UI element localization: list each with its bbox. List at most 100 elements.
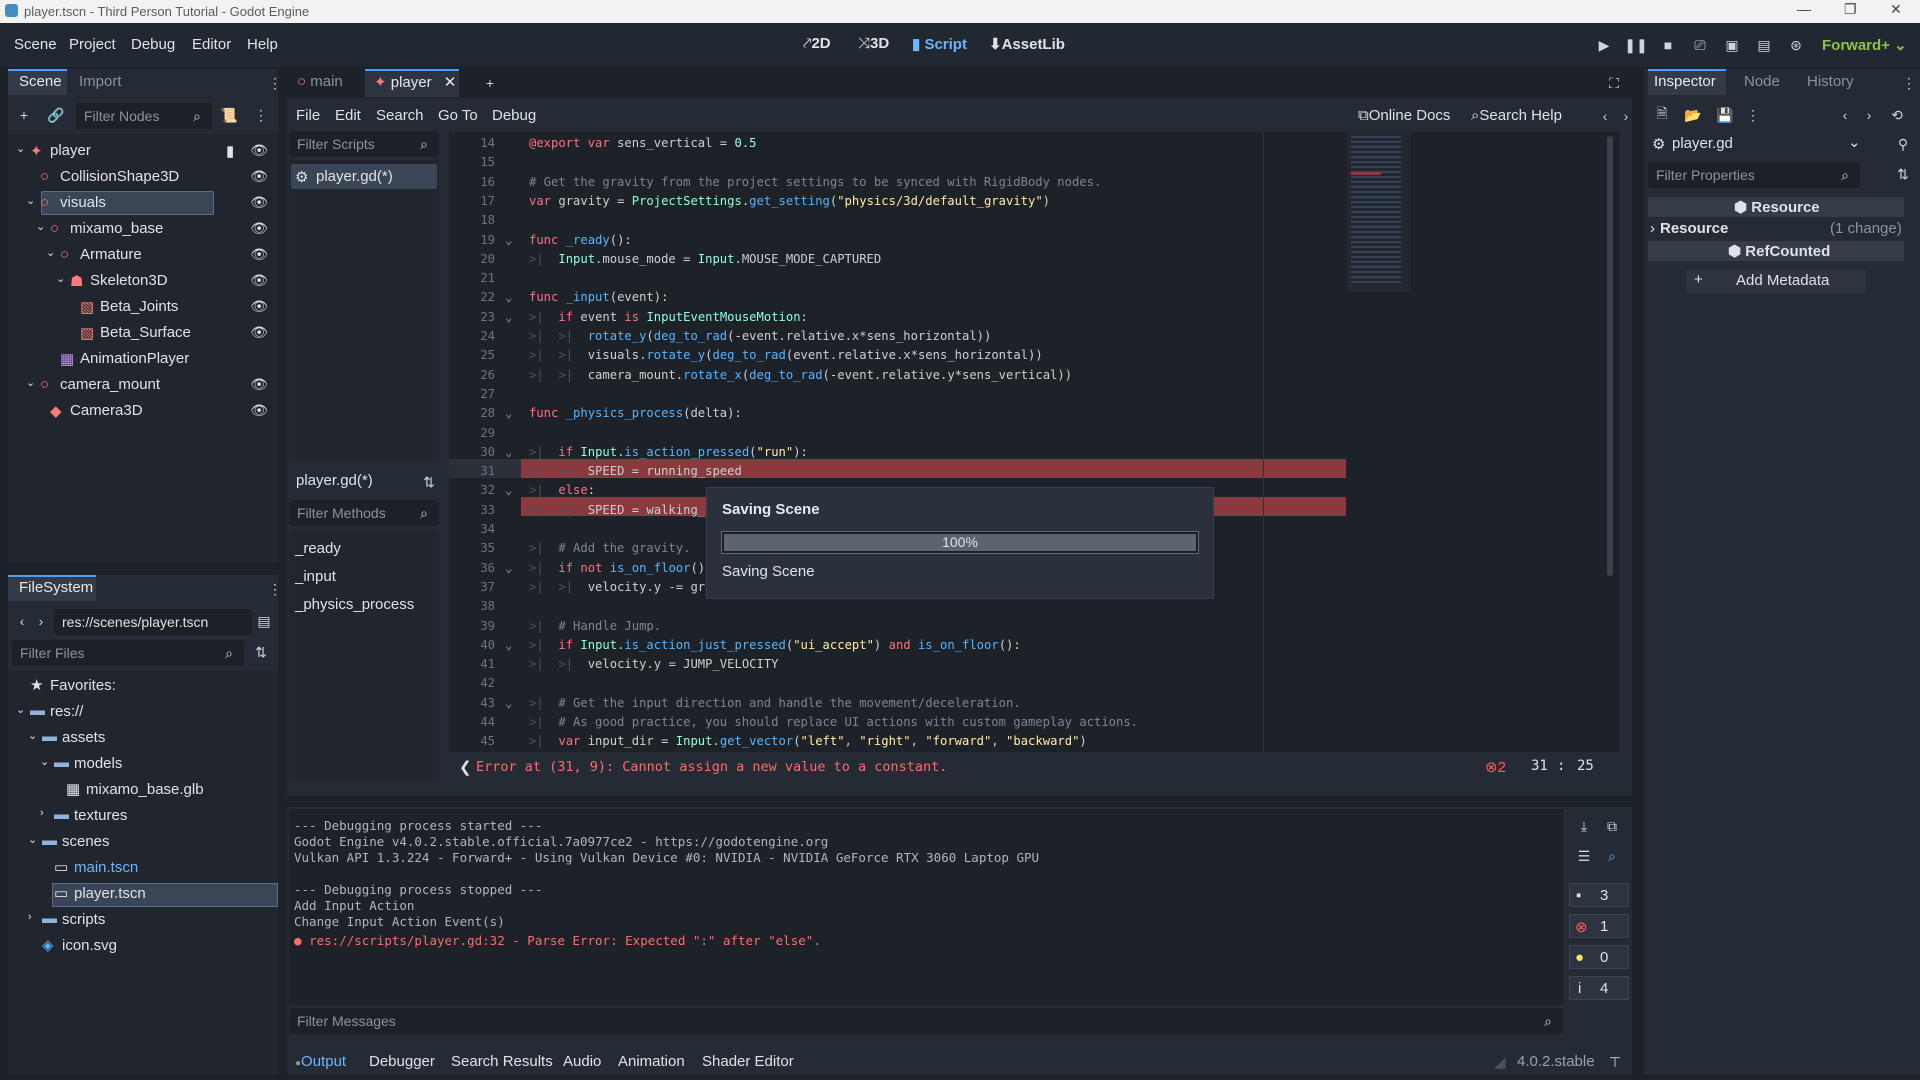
stop-icon[interactable]: ■ [1659, 36, 1677, 54]
mode-assetlib-button[interactable]: ⬇AssetLib [989, 35, 1065, 53]
scene-tree-node[interactable]: ⌄ ○ visuals 👁 [8, 191, 278, 215]
add-metadata-button[interactable]: + Add Metadata [1686, 269, 1866, 293]
filesystem-item[interactable]: ⌄ ▬ assets [8, 726, 278, 750]
scene-tree-node[interactable]: ▧ Beta_Surface 👁 [8, 321, 278, 345]
object-selector[interactable]: ⚙ player.gd ⌄ [1648, 132, 1866, 156]
sort-icon[interactable]: ⇅ [252, 643, 270, 661]
visibility-eye-icon[interactable]: 👁 [250, 298, 268, 315]
code-scrollbar[interactable] [1607, 136, 1613, 576]
filesystem-item[interactable]: › ▬ scripts [8, 908, 278, 932]
script-menu-edit[interactable]: Edit [335, 107, 361, 124]
filter-messages-input[interactable]: Filter Messages ⌕ [289, 1008, 1563, 1034]
history-forward-icon[interactable]: › [1860, 106, 1878, 124]
expand-arrow-icon[interactable]: ⌄ [40, 755, 49, 768]
filesystem-item[interactable]: ⌄ ▬ models [8, 752, 278, 776]
output-error-line[interactable]: ● res://scripts/player.gd:32 - Parse Err… [294, 933, 821, 948]
script-list-item[interactable]: ⚙ player.gd(*) [291, 164, 437, 189]
collapse-lines-icon[interactable]: ☰ [1575, 847, 1593, 865]
tab-scene[interactable]: Scene [19, 73, 62, 90]
search-help-link[interactable]: ⌕Search Help [1471, 107, 1562, 124]
tab-filesystem[interactable]: FileSystem [19, 579, 93, 596]
mode-3d-button[interactable]: ⤨3D [858, 35, 889, 52]
play-scene-icon[interactable]: ▣ [1723, 36, 1741, 54]
split-view-icon[interactable]: ▤ [255, 612, 273, 630]
filesystem-item[interactable]: ◈ icon.svg [8, 934, 278, 958]
expand-arrow-icon[interactable]: › [40, 807, 44, 819]
menu-debug[interactable]: Debug [131, 36, 175, 53]
back-icon[interactable]: ‹ [13, 612, 31, 630]
fold-arrow-icon[interactable]: ⌄ [505, 445, 512, 459]
errors-filter-button[interactable]: ⊗ 1 [1569, 914, 1629, 938]
expand-arrow-icon[interactable]: ⌄ [46, 246, 55, 259]
menu-editor[interactable]: Editor [192, 36, 231, 53]
mode-2d-button[interactable]: ⤤2D [803, 35, 831, 52]
menu-scene[interactable]: Scene [14, 36, 57, 53]
object-history-icon[interactable]: ⟲ [1888, 106, 1906, 124]
tab-inspector[interactable]: Inspector [1654, 73, 1716, 90]
sort-properties-icon[interactable]: ⇅ [1894, 165, 1912, 183]
info-filter-button[interactable]: i4 [1569, 976, 1629, 1000]
section-refcounted[interactable]: ⬢ RefCounted [1648, 241, 1904, 261]
close-icon[interactable]: ✕ [1890, 1, 1902, 18]
script-menu-search[interactable]: Search [376, 107, 424, 124]
clear-output-icon[interactable]: ⤓ [1575, 817, 1593, 835]
messages-filter-button[interactable]: ▪ 3 [1569, 883, 1629, 907]
filter-properties-input[interactable]: Filter Properties ⌕ [1648, 162, 1860, 188]
fold-arrow-icon[interactable]: ⌄ [505, 696, 512, 710]
filesystem-item[interactable]: ⌄ ▬ res:// [8, 700, 278, 724]
close-tab-icon[interactable]: ✕ [444, 74, 457, 91]
scene-tree-node[interactable]: ⌄ ○ Armature 👁 [8, 243, 278, 267]
minimize-icon[interactable]: — [1797, 1, 1811, 17]
tab-import[interactable]: Import [79, 73, 122, 90]
new-resource-icon[interactable]: 🗎 [1653, 105, 1671, 124]
method-item[interactable]: _ready [295, 540, 341, 557]
expand-arrow-icon[interactable]: ⌄ [28, 833, 37, 846]
tab-animation[interactable]: Animation [618, 1053, 685, 1070]
visibility-eye-icon[interactable]: 👁 [250, 246, 268, 263]
tab-history[interactable]: History [1807, 73, 1854, 90]
expand-arrow-icon[interactable]: ⌄ [36, 220, 45, 233]
expand-arrow-icon[interactable]: ⌄ [28, 729, 37, 742]
attach-script-icon[interactable]: 📜 [220, 106, 238, 124]
fold-arrow-icon[interactable]: ⌄ [505, 310, 512, 324]
dock-menu-icon[interactable]: ⋮ [266, 580, 284, 598]
online-docs-link[interactable]: ⧉Online Docs [1358, 107, 1450, 124]
visibility-eye-icon[interactable]: 👁 [250, 194, 268, 211]
scene-menu-icon[interactable]: ⋮ [252, 106, 270, 124]
method-item[interactable]: _physics_process [295, 596, 414, 613]
visibility-eye-icon[interactable]: 👁 [250, 272, 268, 289]
pause-icon[interactable]: ❚❚ [1624, 36, 1647, 54]
expand-arrow-icon[interactable]: ⌄ [26, 376, 35, 389]
fold-arrow-icon[interactable]: ⌄ [505, 561, 512, 575]
script-attached-icon[interactable]: ▮ [226, 142, 234, 160]
renderer-selector[interactable]: Forward+ ⌄ [1822, 36, 1907, 54]
scene-tree-node[interactable]: ⌄ ✦ player ▮ 👁 [8, 139, 278, 163]
fold-arrow-icon[interactable]: ⌄ [505, 483, 512, 497]
tab-search-results[interactable]: Search Results [451, 1053, 553, 1070]
open-folder-icon[interactable]: 📂 [1684, 106, 1702, 124]
object-properties-icon[interactable]: ⚲ [1894, 135, 1912, 153]
fold-arrow-icon[interactable]: ⌄ [505, 406, 512, 420]
pin-bottom-panel-icon[interactable]: ⊤ [1606, 1053, 1624, 1071]
error-message[interactable]: Error at (31, 9): Cannot assign a new va… [476, 759, 947, 775]
next-script-icon[interactable]: › [1617, 107, 1635, 125]
visibility-eye-icon[interactable]: 👁 [250, 376, 268, 393]
filter-files-input[interactable]: Filter Files ⌕ [12, 640, 244, 666]
script-menu-file[interactable]: File [296, 107, 320, 124]
script-menu-goto[interactable]: Go To [438, 107, 478, 124]
movie-maker-icon[interactable]: ⊛ [1787, 36, 1805, 54]
expand-arrow-icon[interactable]: ⌄ [26, 194, 35, 207]
fold-arrow-icon[interactable]: ⌄ [505, 638, 512, 652]
scene-tree-node[interactable]: ◆ Camera3D 👁 [8, 399, 278, 423]
menu-help[interactable]: Help [247, 36, 278, 53]
copy-icon[interactable]: ⧉ [1603, 817, 1621, 835]
filesystem-item[interactable]: ▭ main.tscn [8, 856, 278, 880]
section-resource[interactable]: ⬢ Resource [1648, 197, 1904, 217]
scene-tree-node[interactable]: ○ CollisionShape3D 👁 [8, 165, 278, 189]
fold-arrow-icon[interactable]: ⌄ [505, 233, 512, 247]
link-icon[interactable]: 🔗 [47, 106, 65, 124]
search-icon[interactable]: ⌕ [1603, 847, 1621, 865]
expand-arrow-icon[interactable]: ⌄ [16, 703, 25, 716]
script-menu-debug[interactable]: Debug [492, 107, 536, 124]
history-back-icon[interactable]: ‹ [1836, 106, 1854, 124]
